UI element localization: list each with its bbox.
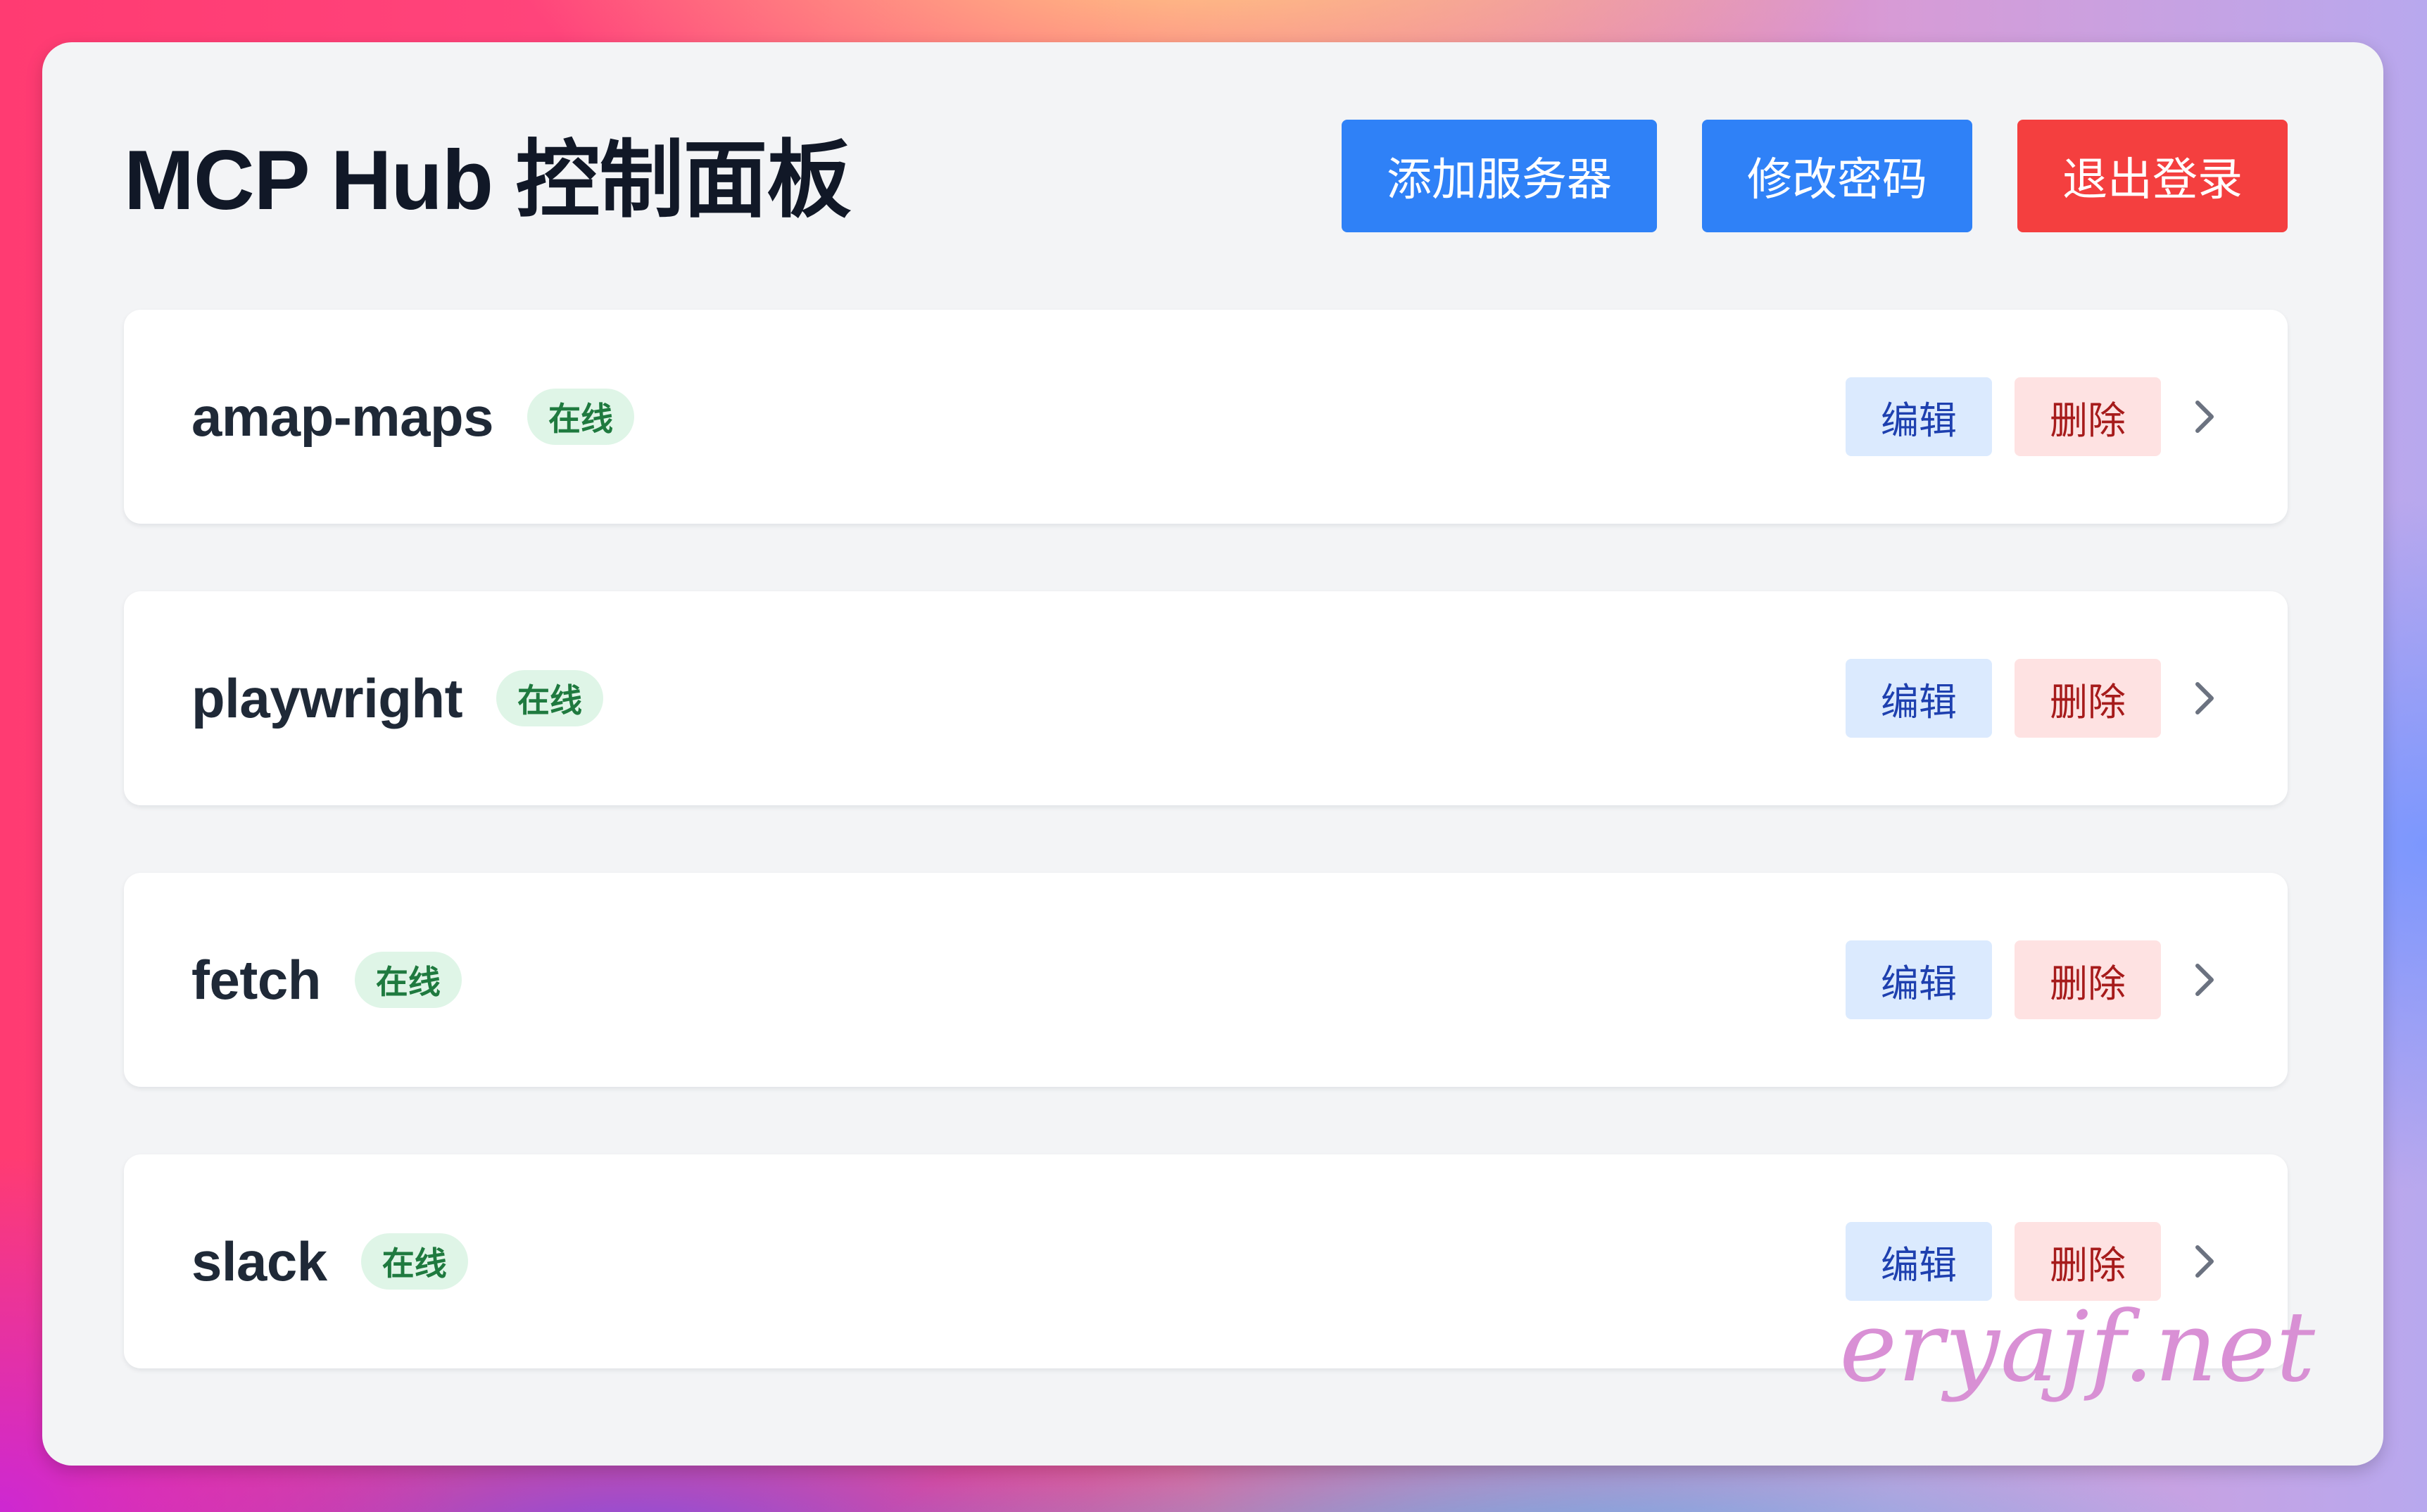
chevron-right-icon[interactable] — [2189, 960, 2220, 1000]
edit-button[interactable]: 编辑 — [1846, 1222, 1992, 1301]
server-name: amap-maps — [191, 385, 494, 448]
watermark-text: eryajf.net — [1839, 1290, 2316, 1404]
add-server-button[interactable]: 添加服务器 — [1342, 120, 1657, 232]
server-card-playwright[interactable]: playwright 在线 编辑 删除 — [124, 591, 2288, 805]
edit-button[interactable]: 编辑 — [1846, 377, 1992, 456]
delete-button[interactable]: 删除 — [2015, 1222, 2161, 1301]
server-card-actions: 编辑 删除 — [1846, 591, 2220, 805]
page-title: MCP Hub 控制面板 — [124, 133, 851, 227]
change-password-button[interactable]: 修改密码 — [1702, 120, 1972, 232]
delete-button[interactable]: 删除 — [2015, 659, 2161, 738]
logout-button[interactable]: 退出登录 — [2017, 120, 2288, 232]
server-card-amap-maps[interactable]: amap-maps 在线 编辑 删除 — [124, 310, 2288, 524]
server-name: fetch — [191, 948, 321, 1011]
server-card-fetch[interactable]: fetch 在线 编辑 删除 — [124, 873, 2288, 1087]
edit-button[interactable]: 编辑 — [1846, 940, 1992, 1019]
dashboard-header: MCP Hub 控制面板 添加服务器 修改密码 退出登录 — [124, 106, 2288, 239]
chevron-right-icon[interactable] — [2189, 1242, 2220, 1281]
server-name: slack — [191, 1230, 327, 1292]
chevron-right-icon[interactable] — [2189, 397, 2220, 436]
edit-button[interactable]: 编辑 — [1846, 659, 1992, 738]
status-badge: 在线 — [496, 670, 604, 726]
status-badge: 在线 — [354, 952, 462, 1008]
status-badge: 在线 — [527, 389, 634, 445]
server-name: playwright — [191, 667, 463, 729]
dashboard-window: MCP Hub 控制面板 添加服务器 修改密码 退出登录 amap-maps 在… — [42, 42, 2383, 1466]
status-badge: 在线 — [360, 1233, 468, 1290]
server-list: amap-maps 在线 编辑 删除 playwright 在线 编辑 删除 f… — [124, 310, 2288, 1368]
chevron-right-icon[interactable] — [2189, 679, 2220, 718]
server-card-actions: 编辑 删除 — [1846, 310, 2220, 524]
header-actions: 添加服务器 修改密码 退出登录 — [1342, 120, 2288, 232]
server-card-actions: 编辑 删除 — [1846, 873, 2220, 1087]
delete-button[interactable]: 删除 — [2015, 940, 2161, 1019]
delete-button[interactable]: 删除 — [2015, 377, 2161, 456]
